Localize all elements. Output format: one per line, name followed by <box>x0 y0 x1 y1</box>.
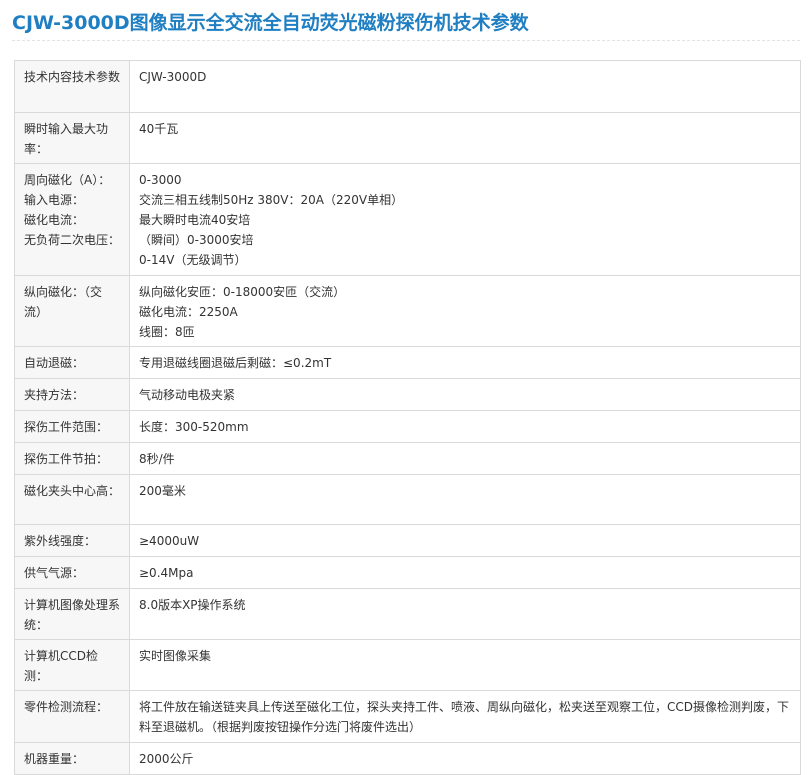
param-value: 8.0版本XP操作系统 <box>129 588 801 640</box>
param-name: 周向磁化（A）： 输入电源： 磁化电流： 无负荷二次电压： <box>14 163 130 276</box>
param-name: 自动退磁： <box>14 346 130 379</box>
param-name: 夹持方法： <box>14 378 130 411</box>
param-name: 纵向磁化：（交流） <box>14 275 130 347</box>
param-name: 机器重量： <box>14 742 130 775</box>
param-value: 长度：300-520mm <box>129 410 801 443</box>
param-value: ≥0.4Mpa <box>129 556 801 589</box>
param-value: 纵向磁化安匝：0-18000安匝（交流） 磁化电流：2250A 线圈：8匝 <box>129 275 801 347</box>
param-name: 瞬时输入最大功率： <box>14 112 130 164</box>
table-row: 瞬时输入最大功率： 40千瓦 <box>14 112 801 164</box>
param-name: 磁化夹头中心高： <box>14 474 130 525</box>
param-value: 200毫米 <box>129 474 801 525</box>
spec-table: 技术内容技术参数 CJW-3000D 瞬时输入最大功率： 40千瓦 周向磁化（A… <box>14 60 801 775</box>
param-value: 2000公斤 <box>129 742 801 775</box>
table-row: 夹持方法： 气动移动电极夹紧 <box>14 378 801 411</box>
table-row: 计算机图像处理系统： 8.0版本XP操作系统 <box>14 588 801 640</box>
param-name: 探伤工件节拍： <box>14 442 130 475</box>
param-name: 紫外线强度： <box>14 524 130 557</box>
table-row: 技术内容技术参数 CJW-3000D <box>14 60 801 113</box>
param-name: 计算机图像处理系统： <box>14 588 130 640</box>
table-row: 探伤工件范围： 长度：300-520mm <box>14 410 801 443</box>
param-name: 零件检测流程： <box>14 690 130 743</box>
param-value: 8秒/件 <box>129 442 801 475</box>
param-name: 计算机CCD检测： <box>14 639 130 691</box>
table-row: 机器重量： 2000公斤 <box>14 742 801 775</box>
table-row: 紫外线强度： ≥4000uW <box>14 524 801 557</box>
param-value: 40千瓦 <box>129 112 801 164</box>
title-divider <box>12 40 800 41</box>
param-name: 技术内容技术参数 <box>14 60 130 113</box>
table-row: 自动退磁： 专用退磁线圈退磁后剩磁：≤0.2mT <box>14 346 801 379</box>
table-row: 周向磁化（A）： 输入电源： 磁化电流： 无负荷二次电压： 0-3000 交流三… <box>14 163 801 276</box>
table-row: 计算机CCD检测： 实时图像采集 <box>14 639 801 691</box>
param-value: 实时图像采集 <box>129 639 801 691</box>
table-row: 纵向磁化：（交流） 纵向磁化安匝：0-18000安匝（交流） 磁化电流：2250… <box>14 275 801 347</box>
param-value: 气动移动电极夹紧 <box>129 378 801 411</box>
param-value: ≥4000uW <box>129 524 801 557</box>
table-row: 磁化夹头中心高： 200毫米 <box>14 474 801 525</box>
table-row: 探伤工件节拍： 8秒/件 <box>14 442 801 475</box>
param-name: 供气气源： <box>14 556 130 589</box>
param-value: 0-3000 交流三相五线制50Hz 380V：20A（220V单相） 最大瞬时… <box>129 163 801 276</box>
param-value: 将工件放在输送链夹具上传送至磁化工位，探头夹持工件、喷液、周纵向磁化，松夹送至观… <box>129 690 801 743</box>
param-name: 探伤工件范围： <box>14 410 130 443</box>
table-row: 零件检测流程： 将工件放在输送链夹具上传送至磁化工位，探头夹持工件、喷液、周纵向… <box>14 690 801 743</box>
param-value: CJW-3000D <box>129 60 801 113</box>
param-value: 专用退磁线圈退磁后剩磁：≤0.2mT <box>129 346 801 379</box>
table-row: 供气气源： ≥0.4Mpa <box>14 556 801 589</box>
page-title: CJW-3000D图像显示全交流全自动荧光磁粉探伤机技术参数 <box>12 12 529 34</box>
